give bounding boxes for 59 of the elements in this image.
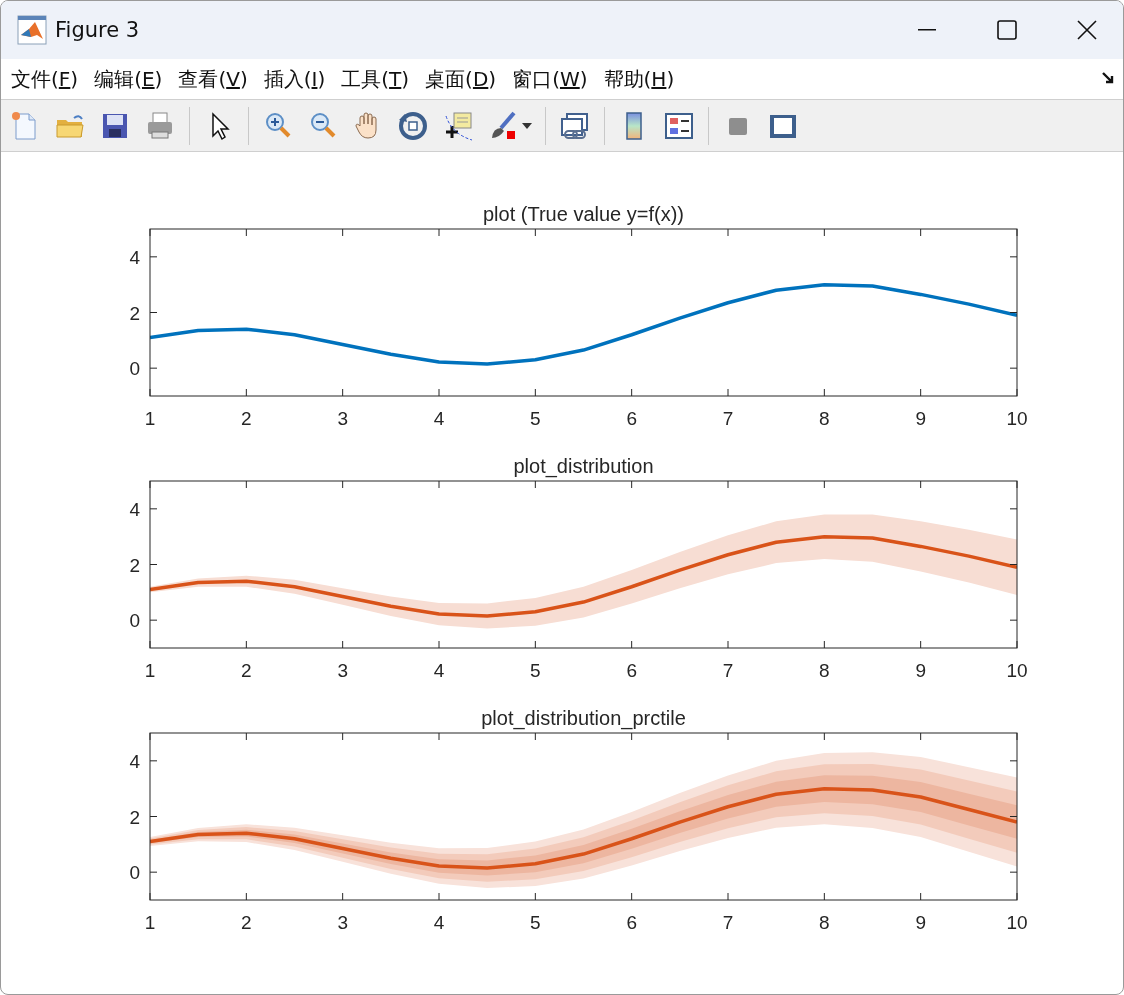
x-tick-label: 6 [626,408,637,429]
x-tick-label: 8 [819,660,830,681]
x-tick-label: 4 [433,408,445,429]
x-tick-label: 2 [241,408,252,429]
x-tick-label: 6 [626,912,637,933]
x-tick-label: 10 [1006,408,1028,429]
maximize-icon[interactable] [997,20,1017,40]
x-tick-label: 2 [241,912,252,933]
menu-item[interactable]: 插入(I) [263,65,326,93]
caret-icon[interactable] [522,122,532,129]
x-tick-label: 9 [915,660,926,681]
x-tick-label: 7 [722,408,734,429]
x-tick-label: 2 [241,660,252,681]
y-tick-label: 2 [129,554,140,576]
menu-item[interactable]: 查看(V) [178,65,248,93]
x-tick-label: 4 [433,660,445,681]
y-tick-label: 2 [129,806,140,828]
menu-item[interactable]: 编辑(E) [94,65,163,93]
close-icon[interactable] [1077,20,1097,40]
menu-item[interactable]: 工具(T) [341,65,410,93]
menu-item[interactable]: 帮助(H) [603,65,675,93]
x-tick-label: 9 [915,912,926,933]
x-tick-label: 5 [530,660,541,681]
x-tick-label: 6 [626,660,637,681]
x-tick-label: 10 [1006,660,1028,681]
window-title: Figure 3 [55,18,141,42]
y-tick-label: 0 [129,610,140,632]
chart-title: plot_distribution [513,455,654,477]
x-tick-label: 5 [530,912,541,933]
minimize-icon[interactable] [918,29,936,31]
x-tick-label: 7 [722,660,734,681]
chart-title: plot_distribution_prctile [481,707,686,729]
x-tick-label: 1 [144,408,156,429]
app-logo-icon [17,15,47,45]
y-tick-label: 4 [129,246,140,268]
x-tick-label: 8 [819,408,830,429]
y-tick-label: 4 [129,750,140,772]
x-tick-label: 10 [1006,912,1028,933]
rotate-icon[interactable] [397,109,429,142]
y-tick-label: 2 [129,302,140,324]
data-cursor-icon[interactable] [442,109,474,142]
x-tick-label: 3 [337,408,348,429]
x-tick-label: 7 [722,912,734,933]
y-tick-label: 0 [129,358,140,380]
x-tick-label: 4 [433,912,445,933]
x-tick-label: 3 [337,660,348,681]
x-tick-label: 1 [144,660,156,681]
x-tick-label: 5 [530,408,541,429]
menu-item[interactable]: 窗口(W) [512,65,588,93]
menu-item[interactable]: 桌面(D) [425,65,497,93]
x-tick-label: 1 [144,912,156,933]
menu-item[interactable]: 文件(F) [11,65,79,93]
dock-arrow-icon[interactable] [1101,71,1115,85]
chart-title: plot (True value y=f(x)) [483,203,684,225]
x-tick-label: 8 [819,912,830,933]
y-tick-label: 0 [129,862,140,884]
y-tick-label: 4 [129,498,140,520]
x-tick-label: 9 [915,408,926,429]
x-tick-label: 3 [337,912,348,933]
